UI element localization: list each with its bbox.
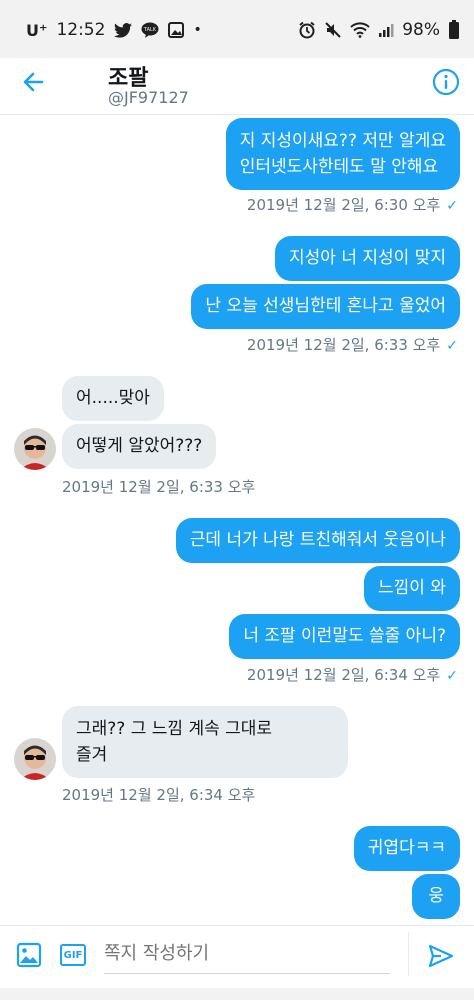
message-text: 느낌이 와 [378, 578, 446, 598]
message-timestamp: 2019년 12월 2일, 6:34 오후 [62, 784, 255, 805]
wifi-icon [350, 22, 370, 38]
message-bubble-outgoing[interactable]: 난 오늘 선생님한테 혼나고 울었어 [191, 284, 460, 329]
message-line: 그래?? 그 느낌 계속 그대로 [76, 719, 273, 739]
message-text: 근데 너가 나랑 트친해줘서 웃음이나 [189, 530, 446, 550]
avatar[interactable] [14, 738, 56, 780]
message-bubble-outgoing[interactable]: 지성아 너 지성이 맞지 [275, 236, 460, 281]
header-divider [0, 114, 474, 115]
carrier-label: U⁺ [26, 20, 48, 40]
timestamp-text: 2019년 12월 2일, 6:34 오후 [62, 786, 256, 804]
message-text: 지성아 너 지성이 맞지 [289, 248, 446, 268]
avatar[interactable] [14, 428, 56, 470]
info-icon[interactable] [432, 68, 460, 96]
battery-icon [448, 20, 460, 40]
message-bubble-incoming[interactable]: 어떻게 알았어??? [62, 424, 217, 469]
message-bubble-outgoing[interactable]: 웅 [412, 874, 460, 919]
sent-check-icon: ✓ [446, 198, 458, 214]
message-text: 어떻게 알았어??? [76, 436, 203, 456]
message-bubble-outgoing[interactable]: 근데 너가 나랑 트친해줘서 웃음이나 [175, 518, 460, 563]
status-bar-left: U⁺ 12:52 TALK • [26, 20, 202, 40]
system-nav-bar [0, 988, 474, 1000]
timestamp-text: 2019년 12월 2일, 6:30 오후 [246, 196, 441, 214]
gif-button[interactable]: GIF [60, 944, 86, 966]
gallery-icon [168, 22, 185, 38]
send-icon[interactable] [427, 942, 455, 970]
timestamp-text: 2019년 12월 2일, 6:33 오후 [246, 336, 441, 354]
message-timestamp: 2019년 12월 2일, 6:33 오후 [62, 476, 255, 497]
message-line: 즐겨 [76, 745, 108, 765]
message-bubble-incoming[interactable]: 어.....맞아 [62, 376, 164, 421]
sent-check-icon: ✓ [446, 338, 458, 354]
contact-handle: @JF97127 [108, 88, 189, 107]
message-bubble-incoming[interactable]: 그래?? 그 느낌 계속 그대로 즐겨 [62, 706, 348, 778]
talk-app-icon: TALK [141, 22, 159, 38]
twitter-bird-icon [114, 22, 133, 38]
conversation-header: 조팔 @JF97127 [0, 58, 474, 114]
composer-divider [408, 932, 409, 976]
clock: 12:52 [56, 20, 106, 40]
more-dot-icon: • [193, 22, 202, 38]
message-timestamp: 2019년 12월 2일, 6:30 오후 ✓ [247, 194, 458, 215]
alarm-icon [298, 21, 316, 39]
message-line: 지 지성이새요?? 저만 알게요 [239, 131, 446, 151]
signal-icon [378, 22, 394, 38]
sent-check-icon: ✓ [446, 668, 458, 684]
image-icon[interactable] [16, 942, 42, 968]
timestamp-text: 2019년 12월 2일, 6:33 오후 [62, 478, 256, 496]
status-bar-right: 98% [298, 20, 460, 40]
message-timestamp: 2019년 12월 2일, 6:33 오후 ✓ [247, 334, 458, 355]
message-text: 귀엽다ㅋㅋ [367, 838, 446, 858]
message-text: 너 조팔 이런말도 쓸줄 아니? [243, 626, 446, 646]
message-bubble-outgoing[interactable]: 지 지성이새요?? 저만 알게요 인터넷도사한테도 말 안해요 [225, 118, 460, 190]
message-text: 난 오늘 선생님한테 혼나고 울었어 [205, 296, 446, 316]
timestamp-text: 2019년 12월 2일, 6:34 오후 [246, 666, 441, 684]
message-text: 웅 [428, 886, 444, 906]
message-bubble-outgoing[interactable]: 너 조팔 이런말도 쓸줄 아니? [229, 614, 460, 659]
talk-icon-text: TALK [143, 27, 157, 33]
message-bubble-outgoing[interactable]: 느낌이 와 [364, 566, 460, 611]
message-line: 인터넷도사한테도 말 안해요 [239, 157, 439, 177]
mute-icon [324, 21, 342, 39]
message-text: 어.....맞아 [76, 388, 150, 408]
message-timestamp: 2019년 12월 2일, 6:34 오후 ✓ [247, 664, 458, 685]
status-bar: U⁺ 12:52 TALK • 98% [0, 0, 474, 58]
message-bubble-outgoing[interactable]: 귀엽다ㅋㅋ [353, 826, 460, 871]
message-input[interactable] [104, 934, 390, 974]
arrow-left-icon[interactable] [20, 68, 48, 96]
battery-percent: 98% [402, 20, 440, 40]
